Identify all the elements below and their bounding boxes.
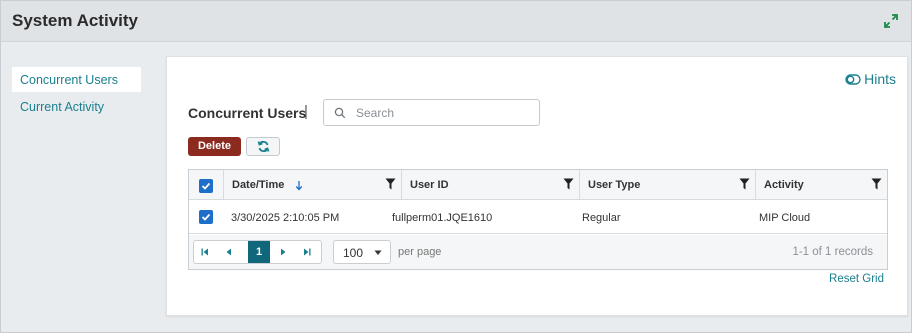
first-page-button[interactable]	[196, 241, 214, 263]
check-icon	[201, 213, 211, 221]
column-label: Activity	[764, 179, 804, 191]
current-page-button[interactable]: 1	[248, 241, 270, 263]
system-activity-window: System Activity Concurrent Users Current…	[0, 0, 912, 333]
page-navigation: 1	[193, 240, 322, 264]
per-page-label: per page	[398, 246, 442, 258]
column-header-activity[interactable]: Activity	[755, 170, 887, 200]
sidebar-item-label: Concurrent Users	[20, 73, 118, 87]
filter-icon[interactable]	[871, 178, 882, 190]
refresh-button[interactable]	[246, 137, 280, 156]
filter-icon[interactable]	[385, 178, 396, 190]
column-label: User ID	[410, 179, 449, 191]
search-icon	[334, 107, 346, 119]
column-header-user-id[interactable]: User ID	[401, 170, 579, 200]
cell-user-id: fullperm01.JQE1610	[392, 212, 493, 224]
column-label: Date/Time	[232, 179, 285, 191]
cell-user-type: Regular	[582, 212, 621, 224]
grid-header: Date/Time User ID User Type Activity	[189, 170, 887, 200]
check-icon	[201, 182, 211, 190]
select-all-checkbox[interactable]	[199, 179, 213, 193]
grid-pager: 1 100 per page 1-1 of 1 records	[189, 235, 887, 269]
first-page-icon	[201, 248, 208, 256]
sidebar-item-label: Current Activity	[20, 100, 105, 114]
window-title: System Activity	[12, 11, 138, 30]
page-size-select[interactable]: 100	[333, 240, 391, 264]
delete-button[interactable]: Delete	[188, 137, 241, 156]
sidebar-item-current-activity[interactable]: Current Activity	[12, 94, 141, 119]
reset-grid-link[interactable]: Reset Grid	[829, 273, 884, 285]
sidebar: Concurrent Users Current Activity	[1, 43, 156, 332]
grid-title: Concurrent Users	[188, 105, 307, 121]
sort-descending-icon[interactable]	[295, 180, 303, 191]
refresh-icon	[257, 140, 270, 153]
expand-icon[interactable]	[883, 13, 899, 29]
title-bar: System Activity	[1, 1, 911, 42]
column-label: User Type	[588, 179, 641, 191]
table-row[interactable]: 3/30/2025 2:10:05 PM fullperm01.JQE1610 …	[189, 201, 887, 234]
next-page-button[interactable]	[274, 241, 292, 263]
records-count: 1-1 of 1 records	[792, 246, 873, 258]
last-page-icon	[304, 248, 311, 256]
chevron-down-icon	[374, 250, 382, 255]
previous-page-icon	[226, 248, 231, 256]
hints-label: Hints	[864, 71, 896, 87]
users-grid: Date/Time User ID User Type Activity 3/3…	[188, 169, 888, 270]
filter-icon[interactable]	[739, 178, 750, 190]
main-panel: Hints Concurrent Users | Delete	[166, 56, 908, 316]
column-header-datetime[interactable]: Date/Time	[223, 170, 401, 200]
search-input[interactable]	[354, 104, 534, 122]
title-separator: |	[304, 103, 308, 120]
page-size-value: 100	[343, 246, 364, 260]
previous-page-button[interactable]	[220, 241, 238, 263]
cell-activity: MIP Cloud	[759, 212, 811, 224]
filter-icon[interactable]	[563, 178, 574, 190]
sidebar-item-concurrent-users[interactable]: Concurrent Users	[12, 67, 141, 92]
last-page-button[interactable]	[298, 241, 316, 263]
hints-toggle[interactable]: Hints	[845, 71, 896, 87]
row-checkbox[interactable]	[199, 210, 213, 224]
column-header-user-type[interactable]: User Type	[579, 170, 755, 200]
select-all-column	[189, 170, 223, 200]
next-page-icon	[281, 248, 286, 256]
toggle-icon	[845, 73, 861, 85]
search-box[interactable]	[323, 99, 540, 126]
cell-datetime: 3/30/2025 2:10:05 PM	[231, 212, 340, 224]
